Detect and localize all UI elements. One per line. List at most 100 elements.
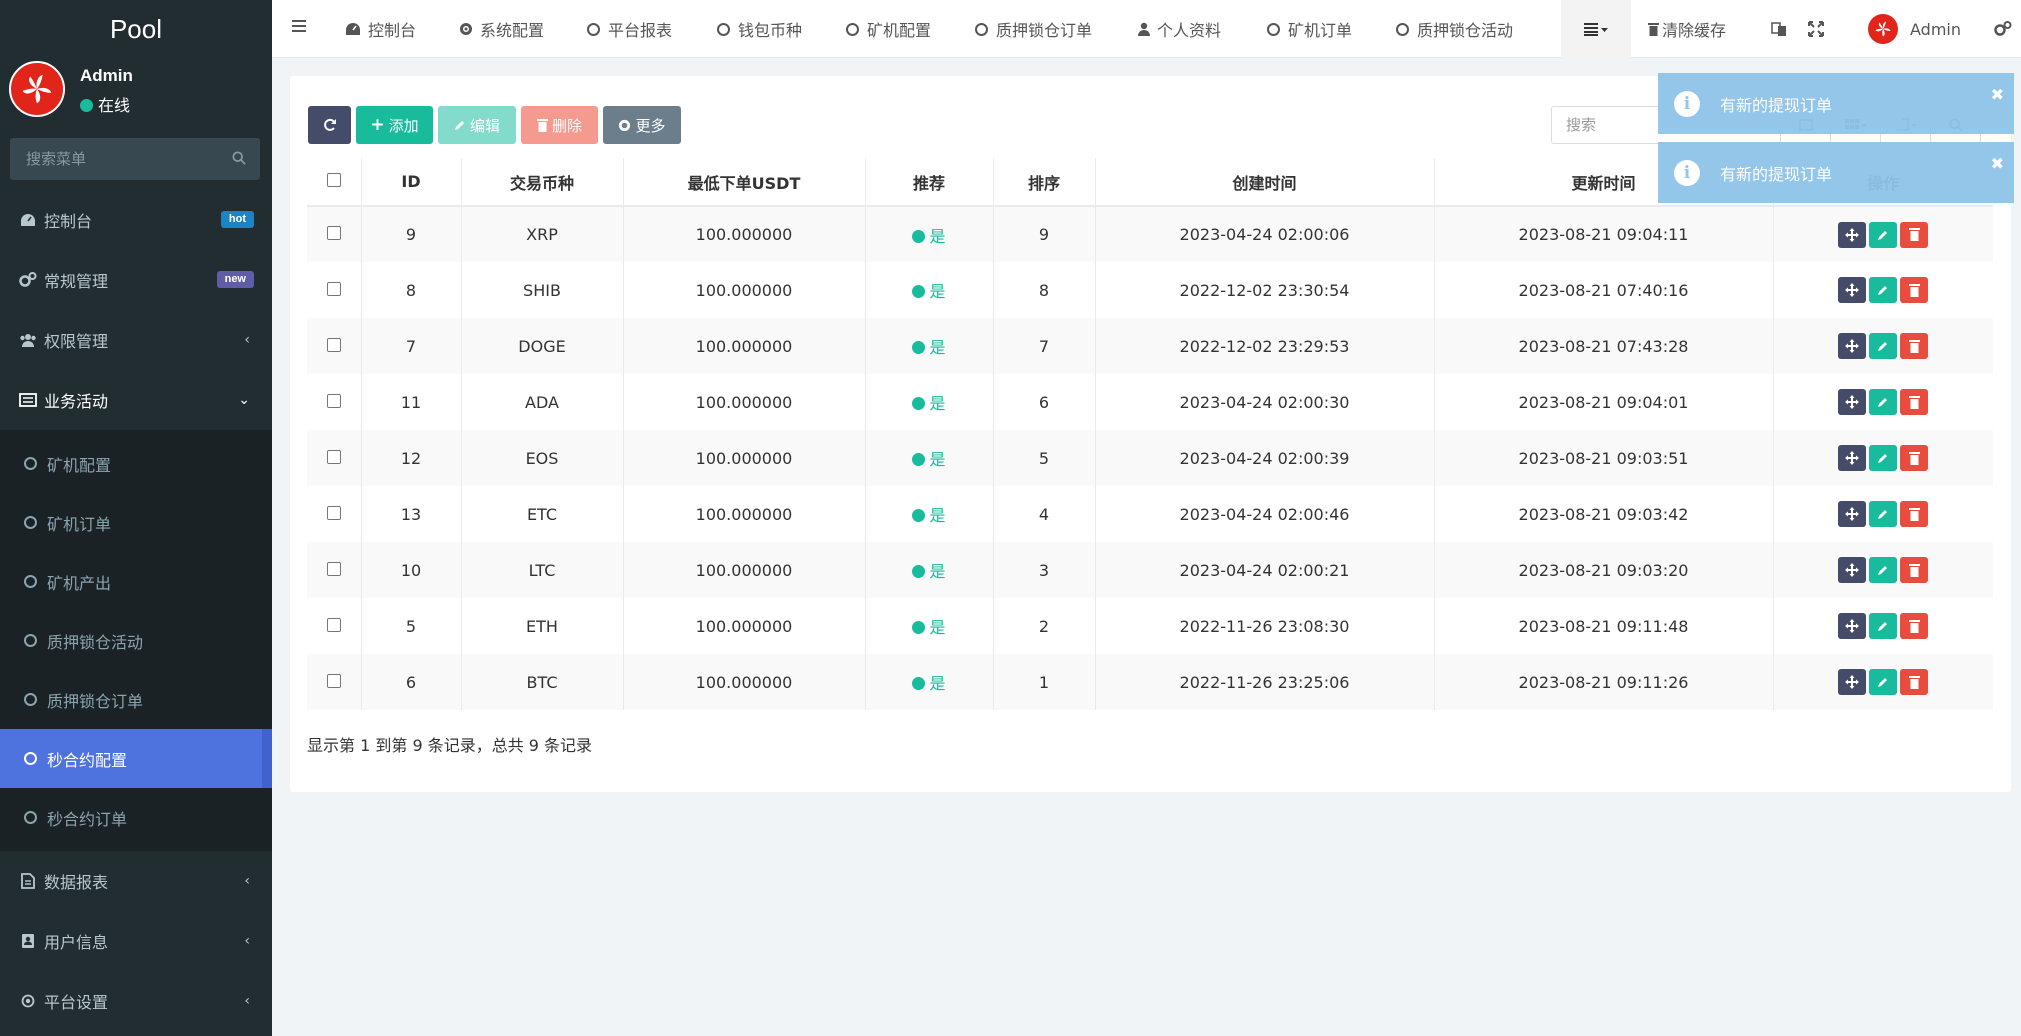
row-delete-button[interactable] <box>1900 445 1929 471</box>
row-delete-button[interactable] <box>1900 557 1929 583</box>
row-delete-button[interactable] <box>1900 613 1929 639</box>
row-edit-button[interactable] <box>1869 221 1898 248</box>
row-checkbox[interactable] <box>326 226 341 240</box>
row-edit-button[interactable] <box>1869 669 1898 695</box>
sidebar-item-dashboard[interactable]: 控制台 hot <box>0 190 272 250</box>
table-row[interactable]: 10 LTC 100.000000 是 3 2023-04-24 02:00:21 2023… <box>307 542 1993 598</box>
submenu-item-second-contract-orders[interactable]: 秒合约订单 <box>0 788 272 847</box>
row-delete-button[interactable] <box>1900 669 1929 695</box>
row-checkbox[interactable] <box>326 505 341 520</box>
drag-button[interactable] <box>1838 445 1867 471</box>
tab-platform-reports[interactable]: 平台报表 <box>587 0 672 58</box>
tab-system-config[interactable]: 系统配置 <box>459 0 544 58</box>
toast-notification[interactable]: i 有新的提现订单 ✖ <box>1658 73 2014 134</box>
drag-button[interactable] <box>1838 221 1867 248</box>
recommend-status[interactable]: 是 <box>912 394 946 413</box>
table-row[interactable]: 8 SHIB 100.000000 是 8 2022-12-02 23:30:54 2023… <box>307 262 1993 318</box>
submenu-item-miner-output[interactable]: 矿机产出 <box>0 552 272 611</box>
row-edit-button[interactable] <box>1869 613 1898 639</box>
table-row[interactable]: 11 ADA 100.000000 是 6 2023-04-24 02:00:30 2023… <box>307 374 1993 430</box>
tab-staking-activity[interactable]: 质押锁仓活动 <box>1396 0 1513 58</box>
row-delete-button[interactable] <box>1900 389 1929 415</box>
row-edit-button[interactable] <box>1869 557 1898 583</box>
row-delete-button[interactable] <box>1900 277 1929 303</box>
column-header[interactable]: 交易币种 <box>461 158 624 207</box>
recommend-status[interactable]: 是 <box>912 618 946 637</box>
drag-button[interactable] <box>1838 613 1867 639</box>
table-row[interactable]: 5 ETH 100.000000 是 2 2022-11-26 23:08:30 2023-… <box>307 598 1993 654</box>
sidebar-item-general[interactable]: 常规管理 new <box>0 250 272 310</box>
select-all-checkbox[interactable] <box>326 173 341 187</box>
drag-button[interactable] <box>1838 669 1867 695</box>
table-row[interactable]: 6 BTC 100.000000 是 1 2022-11-26 23:25:06 2023-… <box>307 654 1993 710</box>
submenu-item-staking-activity[interactable]: 质押锁仓活动 <box>0 611 272 670</box>
recommend-status[interactable]: 是 <box>912 338 946 357</box>
edit-button[interactable]: 编辑 <box>438 106 516 144</box>
column-header[interactable]: 推荐 <box>865 158 994 207</box>
row-edit-button[interactable] <box>1869 277 1898 303</box>
drag-button[interactable] <box>1838 557 1867 583</box>
drag-button[interactable] <box>1838 277 1867 303</box>
drag-button[interactable] <box>1838 389 1867 415</box>
row-checkbox[interactable] <box>326 337 341 352</box>
refresh-button[interactable] <box>308 106 351 144</box>
column-header[interactable]: 最低下单USDT <box>623 158 866 207</box>
row-edit-button[interactable] <box>1869 333 1898 359</box>
column-header[interactable]: ID <box>361 158 462 207</box>
recommend-status[interactable]: 是 <box>912 674 946 693</box>
submenu-item-miner-orders[interactable]: 矿机订单 <box>0 493 272 552</box>
submenu-item-staking-orders[interactable]: 质押锁仓订单 <box>0 670 272 729</box>
tab-miner-orders[interactable]: 矿机订单 <box>1267 0 1352 58</box>
fullscreen-button[interactable] <box>1808 0 1824 58</box>
row-checkbox[interactable] <box>326 281 341 296</box>
row-checkbox[interactable] <box>326 449 341 464</box>
sidebar-item-platform-settings[interactable]: 平台设置 ‹ <box>0 971 272 1031</box>
row-delete-button[interactable] <box>1900 501 1929 527</box>
row-checkbox[interactable] <box>326 673 341 688</box>
submenu-item-second-contract-config[interactable]: 秒合约配置 <box>0 729 272 788</box>
menu-search-input[interactable] <box>10 138 260 180</box>
table-row[interactable]: 9 XRP 100.000000 是 9 2023-04-24 02:00:06 2023-… <box>307 206 1993 262</box>
table-row[interactable]: 13 ETC 100.000000 是 4 2023-04-24 02:00:46 2023… <box>307 486 1993 542</box>
row-edit-button[interactable] <box>1869 445 1898 471</box>
row-checkbox[interactable] <box>326 617 341 632</box>
column-header[interactable]: 创建时间 <box>1095 158 1435 207</box>
tab-miner-config[interactable]: 矿机配置 <box>846 0 931 58</box>
settings-button[interactable] <box>1994 0 2012 58</box>
tab-staking-orders[interactable]: 质押锁仓订单 <box>975 0 1092 58</box>
recommend-status[interactable]: 是 <box>912 450 946 469</box>
column-header[interactable]: 排序 <box>993 158 1096 207</box>
close-icon[interactable]: ✖ <box>1991 85 2004 104</box>
admin-menu[interactable]: Admin <box>1868 0 1961 58</box>
more-button[interactable]: 更多 <box>603 106 681 144</box>
row-checkbox[interactable] <box>326 561 341 576</box>
table-row[interactable]: 7 DOGE 100.000000 是 7 2022-12-02 23:29:53 2023… <box>307 318 1993 374</box>
row-edit-button[interactable] <box>1869 501 1898 527</box>
drag-button[interactable] <box>1838 501 1867 527</box>
add-button[interactable]: + 添加 <box>356 106 433 144</box>
sidebar-item-user-info[interactable]: 用户信息 ‹ <box>0 911 272 971</box>
sidebar-item-reports[interactable]: 数据报表 ‹ <box>0 851 272 911</box>
recommend-status[interactable]: 是 <box>912 506 946 525</box>
submenu-item-miner-config[interactable]: 矿机配置 <box>0 434 272 493</box>
tab-profile[interactable]: 个人资料 <box>1138 0 1221 58</box>
row-delete-button[interactable] <box>1900 333 1929 359</box>
clear-cache-button[interactable]: 清除缓存 <box>1648 0 1726 58</box>
drag-button[interactable] <box>1838 333 1867 359</box>
hamburger-menu-icon[interactable] <box>292 19 306 33</box>
recommend-status[interactable]: 是 <box>912 562 946 581</box>
table-row[interactable]: 12 EOS 100.000000 是 5 2023-04-24 02:00:39 2023… <box>307 430 1993 486</box>
close-icon[interactable]: ✖ <box>1991 154 2004 173</box>
row-delete-button[interactable] <box>1900 221 1929 248</box>
search-icon[interactable] <box>232 151 246 165</box>
toast-notification[interactable]: i 有新的提现订单 ✖ <box>1658 142 2014 203</box>
tab-wallet-coins[interactable]: 钱包币种 <box>717 0 802 58</box>
tab-list-dropdown[interactable] <box>1561 0 1631 58</box>
delete-button[interactable]: 删除 <box>521 106 598 144</box>
app-logo[interactable]: Pool <box>0 0 272 58</box>
row-edit-button[interactable] <box>1869 389 1898 415</box>
recommend-status[interactable]: 是 <box>912 227 946 246</box>
sidebar-item-permissions[interactable]: 权限管理 ‹ <box>0 310 272 370</box>
row-checkbox[interactable] <box>326 393 341 408</box>
sidebar-item-business[interactable]: 业务活动 ⌄ <box>0 370 272 430</box>
